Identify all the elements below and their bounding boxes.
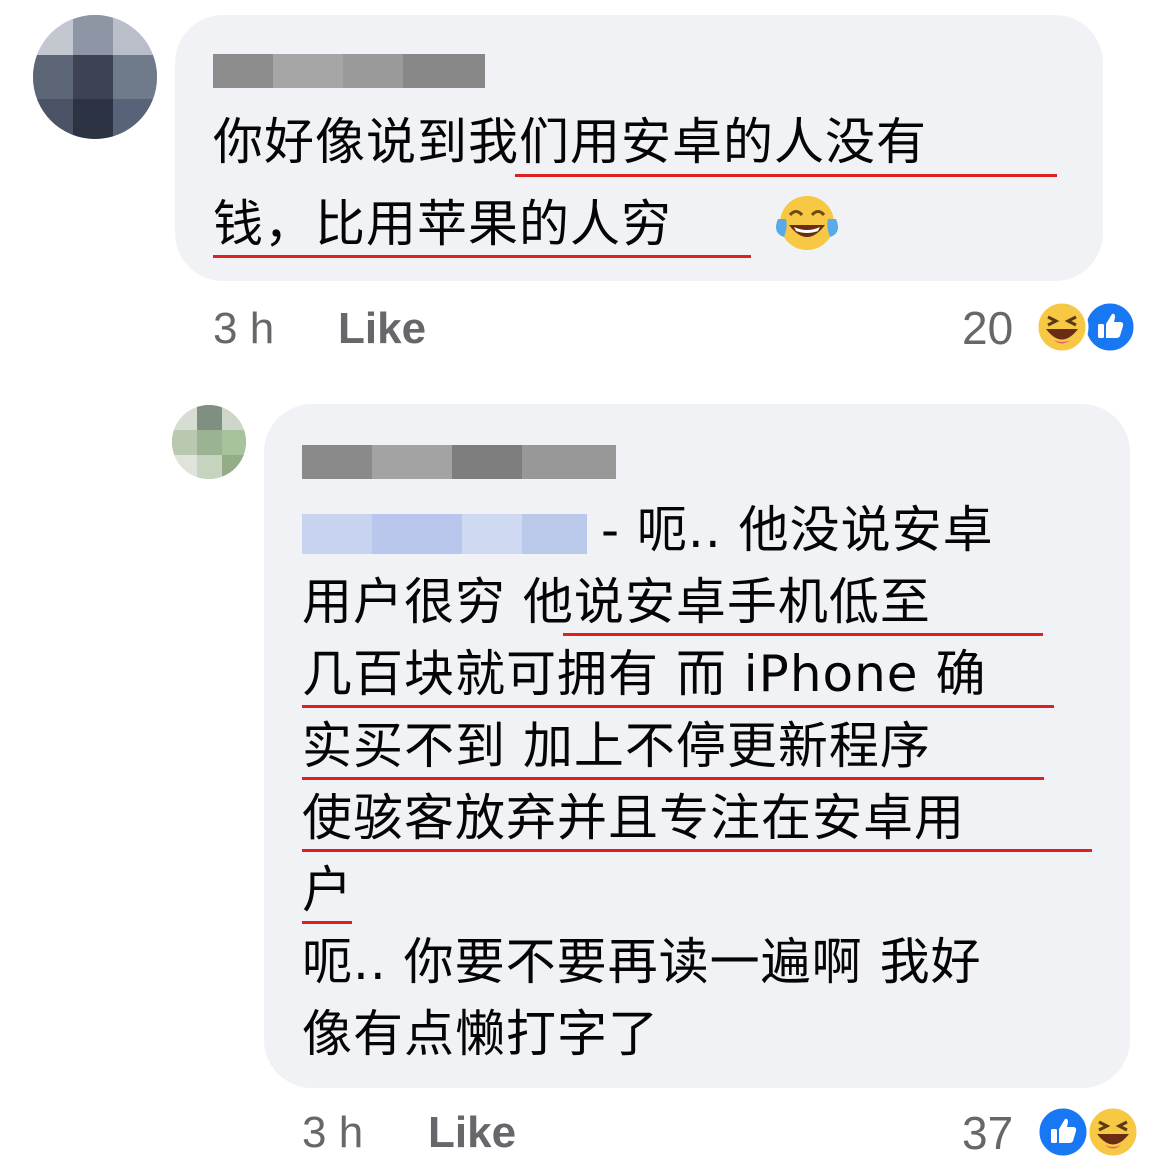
underline [563, 633, 1043, 636]
author-name-blurred[interactable] [213, 54, 485, 88]
avatar[interactable] [33, 15, 157, 139]
comment-text-line-3: 几百块就可拥有 而 iPhone 确 [302, 645, 987, 703]
like-button[interactable]: Like [338, 304, 426, 354]
haha-icon[interactable] [1035, 300, 1089, 354]
underline [302, 705, 1054, 708]
mention-tag-blurred[interactable] [302, 513, 587, 554]
comment-text: 钱，比用苹果的人穷 [213, 195, 672, 253]
laughing-tears-emoji [776, 196, 838, 250]
avatar[interactable] [172, 405, 246, 479]
underline [302, 921, 352, 924]
comment-text-line-8: 像有点懒打字了 [302, 1005, 659, 1063]
underline [515, 174, 1057, 177]
comment-text-line-5: 使骇客放弃并且专注在安卓用 [302, 789, 965, 847]
underline [213, 255, 751, 258]
comment-text-line-6: 户 [302, 861, 353, 919]
comment-text-line-2: 用户很穷 他说安卓手机低至 [302, 573, 931, 631]
comment-text: - 呃.. 他没说安卓 [601, 501, 994, 559]
comment-text-line-1: - 呃.. 他没说安卓 [302, 500, 994, 560]
like-icon[interactable] [1083, 300, 1137, 354]
comment-text-line-4: 实买不到 加上不停更新程序 [302, 717, 931, 775]
reaction-count[interactable]: 20 [962, 303, 1013, 353]
comment-text-line-1: 你好像说到我们用安卓的人没有 [213, 113, 927, 171]
like-icon[interactable] [1036, 1105, 1090, 1159]
reaction-count[interactable]: 37 [962, 1108, 1013, 1158]
underline [302, 777, 1044, 780]
comment-text-line-2: 钱，比用苹果的人穷 [213, 194, 672, 254]
comment-time[interactable]: 3 h [302, 1108, 363, 1158]
author-name-blurred[interactable] [302, 445, 616, 479]
comment-text-line-7: 呃.. 你要不要再读一遍啊 我好 [302, 933, 982, 991]
underline [302, 849, 1092, 852]
haha-icon[interactable] [1086, 1105, 1140, 1159]
like-button[interactable]: Like [428, 1108, 516, 1158]
comment-time[interactable]: 3 h [213, 304, 274, 354]
